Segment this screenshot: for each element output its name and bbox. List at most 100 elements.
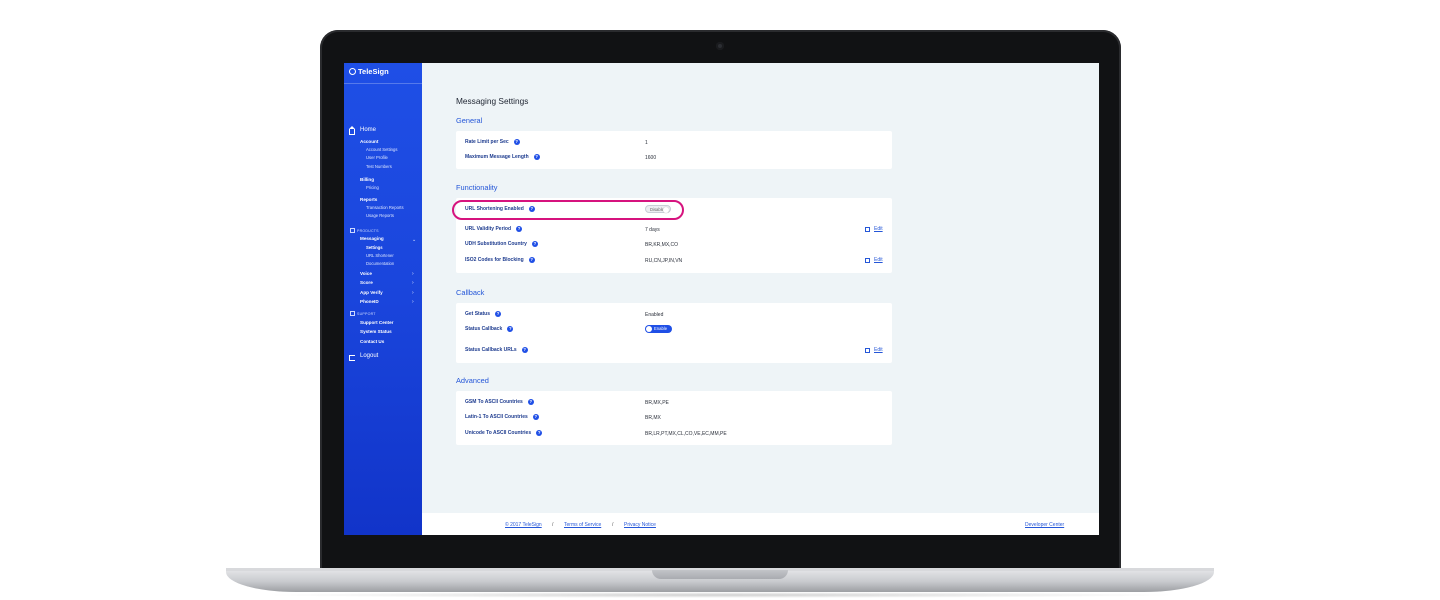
- screen: TeleSign Home Account Account Settings U…: [344, 63, 1099, 535]
- help-icon[interactable]: ?: [516, 226, 523, 232]
- setting-row: Rate Limit per Sec? 1: [456, 136, 892, 150]
- setting-label: Get Status?: [465, 311, 502, 317]
- sidebar-item-score[interactable]: Score: [360, 280, 373, 285]
- sidebar-item-app-verify[interactable]: App Verify: [360, 290, 383, 295]
- edit-icon: [865, 257, 870, 263]
- sidebar-item-url-shortener[interactable]: URL Shortener: [366, 253, 394, 258]
- sidebar-section-support: SUPPORT: [350, 311, 376, 316]
- sidebar-item-system-status[interactable]: System Status: [360, 329, 392, 334]
- setting-value: BR,MX: [645, 414, 661, 421]
- sidebar-item-logout[interactable]: Logout: [360, 353, 378, 359]
- sidebar-item-messaging[interactable]: Messaging: [360, 236, 384, 241]
- setting-row: Status Callback URLs? Edit: [456, 344, 892, 358]
- footer-separator: /: [612, 522, 614, 528]
- sidebar-item-phoneid[interactable]: PhoneID: [360, 299, 379, 304]
- brand-name: TeleSign: [358, 67, 389, 76]
- sidebar-item-support-center[interactable]: Support Center: [360, 320, 393, 325]
- section-title-functionality: Functionality: [456, 183, 498, 192]
- status-callback-toggle[interactable]: Enable: [645, 325, 672, 333]
- logout-icon: [349, 355, 355, 361]
- edit-button[interactable]: Edit: [865, 226, 883, 232]
- sidebar-item-documentation[interactable]: Documentation: [366, 261, 394, 266]
- setting-label: Status Callback?: [465, 326, 514, 332]
- toggle-knob: [646, 326, 652, 332]
- chevron-right-icon: ›: [412, 299, 414, 305]
- sidebar-section-products: PRODUCTS: [350, 228, 379, 233]
- sidebar-item-settings[interactable]: Settings: [366, 245, 383, 250]
- callback-card: Get Status? Enabled Status Callback? Ena…: [456, 303, 892, 363]
- laptop-notch: [652, 570, 788, 579]
- chevron-down-icon: ⌄: [412, 237, 417, 243]
- help-icon[interactable]: ?: [513, 139, 520, 145]
- general-card: Rate Limit per Sec? 1 Maximum Message Le…: [456, 131, 892, 169]
- advanced-card: GSM To ASCII Countries? BR,MX,PE Latin-1…: [456, 391, 892, 445]
- help-icon[interactable]: ?: [532, 414, 539, 420]
- setting-row: Maximum Message Length? 1600: [456, 151, 892, 165]
- setting-row: ISO2 Codes for Blocking? RU,CN,JP,IN,VN …: [456, 254, 892, 268]
- main-content: Messaging Settings General Rate Limit pe…: [422, 63, 1099, 535]
- footer: © 2017 TeleSign / Terms of Service / Pri…: [422, 513, 1099, 535]
- setting-label: URL Validity Period?: [465, 226, 523, 232]
- footer-privacy-link[interactable]: Privacy Notice: [624, 522, 656, 528]
- sidebar-item-home[interactable]: Home: [360, 127, 376, 133]
- setting-row: Status Callback? Enable: [456, 323, 892, 337]
- setting-value: Enabled: [645, 311, 664, 318]
- edit-icon: [865, 226, 870, 232]
- setting-label: Status Callback URLs?: [465, 347, 528, 353]
- setting-value: BR,KR,MX,CO: [645, 241, 679, 248]
- setting-row: GSM To ASCII Countries? BR,MX,PE: [456, 396, 892, 410]
- setting-label: ISO2 Codes for Blocking?: [465, 257, 535, 263]
- sidebar-item-pricing[interactable]: Pricing: [366, 185, 379, 190]
- sidebar-item-voice[interactable]: Voice: [360, 271, 372, 276]
- sidebar-item-test-numbers[interactable]: Test Numbers: [366, 164, 392, 169]
- setting-value: BR,LR,PT,MX,CL,CO,VE,EC,MM,PE: [645, 430, 727, 437]
- help-icon[interactable]: ?: [531, 241, 538, 247]
- sidebar-item-account[interactable]: Account: [360, 139, 378, 144]
- products-header: PRODUCTS: [357, 228, 379, 233]
- footer-copyright-link[interactable]: © 2017 TeleSign: [505, 522, 542, 528]
- setting-row: UDH Substitution Country? BR,KR,MX,CO: [456, 238, 892, 252]
- footer-developer-center-link[interactable]: Developer Center: [1025, 522, 1064, 528]
- help-icon[interactable]: ?: [521, 347, 528, 353]
- sidebar-divider: [344, 83, 422, 84]
- section-title-callback: Callback: [456, 288, 485, 297]
- telesign-logo-icon: [349, 68, 356, 75]
- chevron-right-icon: ›: [412, 290, 414, 296]
- webcam: [716, 42, 724, 50]
- sidebar-item-reports[interactable]: Reports: [360, 197, 377, 202]
- brand-logo[interactable]: TeleSign: [349, 67, 389, 76]
- help-icon[interactable]: ?: [528, 257, 535, 263]
- setting-row: Latin-1 To ASCII Countries? BR,MX: [456, 411, 892, 425]
- setting-label: GSM To ASCII Countries?: [465, 399, 534, 405]
- edit-button[interactable]: Edit: [865, 347, 883, 353]
- support-header: SUPPORT: [357, 311, 376, 316]
- help-icon[interactable]: ?: [495, 311, 502, 317]
- footer-terms-link[interactable]: Terms of Service: [564, 522, 601, 528]
- page-title: Messaging Settings: [456, 96, 529, 106]
- help-icon[interactable]: ?: [527, 399, 534, 405]
- sidebar-item-account-settings[interactable]: Account Settings: [366, 147, 397, 152]
- sidebar: TeleSign Home Account Account Settings U…: [344, 63, 422, 535]
- highlight-annotation: [452, 200, 684, 220]
- setting-label: Rate Limit per Sec?: [465, 139, 520, 145]
- help-icon[interactable]: ?: [507, 326, 514, 332]
- setting-value: 7 days: [645, 226, 660, 233]
- chevron-right-icon: ›: [412, 280, 414, 286]
- setting-value: 1: [645, 139, 648, 146]
- sidebar-item-usage-reports[interactable]: Usage Reports: [366, 213, 394, 218]
- laptop-shadow: [260, 592, 1180, 598]
- sidebar-item-contact-us[interactable]: Contact Us: [360, 339, 384, 344]
- sidebar-item-transaction-reports[interactable]: Transaction Reports: [366, 205, 404, 210]
- products-icon: [350, 228, 355, 233]
- section-title-advanced: Advanced: [456, 376, 489, 385]
- edit-button[interactable]: Edit: [865, 257, 883, 263]
- setting-row: Get Status? Enabled: [456, 308, 892, 322]
- setting-label: Maximum Message Length?: [465, 154, 540, 160]
- setting-row: Unicode To ASCII Countries? BR,LR,PT,MX,…: [456, 427, 892, 441]
- help-icon[interactable]: ?: [536, 430, 543, 436]
- chevron-right-icon: ›: [412, 271, 414, 277]
- help-icon[interactable]: ?: [533, 154, 540, 160]
- setting-label: UDH Substitution Country?: [465, 241, 538, 247]
- sidebar-item-user-profile[interactable]: User Profile: [366, 155, 388, 160]
- sidebar-item-billing[interactable]: Billing: [360, 177, 374, 182]
